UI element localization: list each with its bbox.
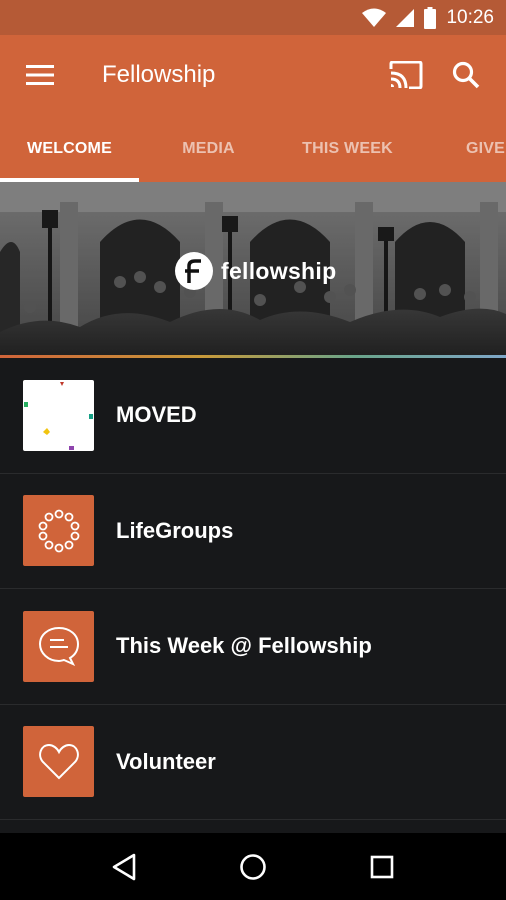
welcome-list: MOVED LifeGroups This Week @ Fellowship (0, 358, 506, 820)
chat-bubble-icon (23, 610, 94, 682)
hamburger-menu-icon (26, 65, 54, 85)
list-item-label: MOVED (116, 402, 197, 428)
hero-banner: fellowship (0, 182, 506, 358)
tab-bar: WELCOME MEDIA THIS WEEK GIVE (0, 115, 506, 182)
back-button[interactable] (94, 837, 154, 897)
fellowship-f-icon (175, 252, 213, 290)
app-title: Fellowship (102, 61, 216, 88)
list-item-moved[interactable]: MOVED (0, 358, 506, 474)
circle-of-dots-icon (23, 495, 94, 567)
cast-icon (389, 61, 423, 89)
list-item-label: This Week @ Fellowship (116, 633, 372, 659)
menu-button[interactable] (0, 35, 80, 115)
recents-button[interactable] (352, 837, 412, 897)
back-triangle-icon (113, 853, 136, 880)
heart-icon (23, 726, 94, 798)
app-bar: Fellowship (0, 35, 506, 115)
search-icon (452, 61, 480, 89)
tab-welcome[interactable]: WELCOME (0, 115, 139, 182)
list-item-volunteer[interactable]: Volunteer (0, 705, 506, 820)
status-bar: 10:26 (0, 0, 506, 35)
moved-logo-icon (23, 379, 94, 451)
list-item-label: Volunteer (116, 748, 216, 774)
wifi-icon (362, 8, 387, 28)
clock: 10:26 (446, 6, 494, 28)
tab-give[interactable]: GIVE (441, 115, 506, 182)
list-item-this-week[interactable]: This Week @ Fellowship (0, 589, 506, 705)
signal-icon (396, 8, 415, 27)
battery-icon (424, 6, 437, 29)
tab-this-week[interactable]: THIS WEEK (278, 115, 417, 182)
recents-square-icon (370, 855, 393, 878)
fellowship-logo: fellowship (175, 252, 336, 290)
home-button[interactable] (223, 837, 283, 897)
home-circle-icon (240, 853, 266, 880)
cast-button[interactable] (376, 35, 436, 115)
system-nav-bar (0, 833, 506, 900)
logo-text: fellowship (221, 257, 337, 284)
list-item-label: LifeGroups (116, 517, 234, 543)
search-button[interactable] (436, 35, 496, 115)
list-item-lifegroups[interactable]: LifeGroups (0, 474, 506, 589)
tab-media[interactable]: MEDIA (139, 115, 278, 182)
